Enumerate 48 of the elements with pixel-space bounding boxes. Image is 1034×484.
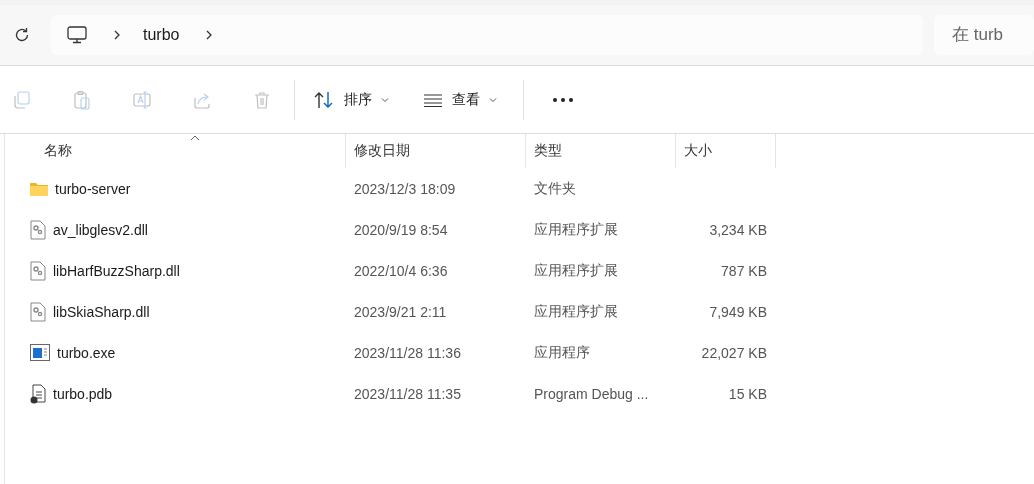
file-type: 应用程序扩展 <box>534 302 618 321</box>
file-size: 787 KB <box>721 262 767 279</box>
sort-caret-icon <box>190 135 200 141</box>
column-header[interactable]: 名称 <box>5 134 346 168</box>
gear-file-icon <box>30 219 46 240</box>
computer-icon[interactable] <box>67 26 87 44</box>
file-name[interactable]: turbo.exe <box>57 344 116 361</box>
file-size: 7,949 KB <box>709 303 767 320</box>
file-type: 应用程序 <box>534 343 590 362</box>
column-header[interactable]: 类型 <box>526 134 676 168</box>
view-button[interactable]: 查看 <box>415 84 505 115</box>
chevron-right-icon[interactable] <box>205 29 214 41</box>
date-modified: 2023/9/21 2:11 <box>354 303 447 320</box>
date-modified: 2020/9/19 8:54 <box>354 221 448 238</box>
file-type: 应用程序扩展 <box>534 220 618 239</box>
file-name[interactable]: turbo-server <box>55 180 131 197</box>
file-name[interactable]: libSkiaSharp.dll <box>53 303 150 320</box>
address-bar[interactable]: turbo <box>51 15 923 55</box>
file-type: Program Debug ... <box>534 385 649 402</box>
file-name[interactable]: turbo.pdb <box>53 385 113 402</box>
more-icon[interactable] <box>552 96 574 103</box>
window-icon <box>30 343 50 362</box>
caret-icon <box>489 96 497 103</box>
date-modified: 2023/11/28 11:36 <box>354 344 461 361</box>
gear-file-icon <box>30 301 46 322</box>
folder-icon <box>30 180 48 197</box>
file-size: 15 KB <box>728 385 767 402</box>
breadcrumb-item[interactable]: turbo <box>143 26 180 44</box>
sort-arrows-icon <box>313 90 335 109</box>
sort-button[interactable]: 排序 <box>305 84 397 115</box>
search-field[interactable]: 在 turb <box>934 15 1034 55</box>
file-type: 文件夹 <box>534 179 576 198</box>
list-icon <box>423 92 443 107</box>
date-modified: 2023/11/28 11:35 <box>354 385 461 402</box>
column-header[interactable]: 修改日期 <box>346 134 526 168</box>
chevron-right-icon[interactable] <box>113 29 121 41</box>
file-name[interactable]: av_libglesv2.dll <box>53 221 148 238</box>
refresh-icon[interactable] <box>13 26 31 44</box>
gear-file-icon <box>30 260 46 281</box>
file-name[interactable]: libHarfBuzzSharp.dll <box>53 262 180 279</box>
caret-icon <box>381 96 389 103</box>
file-size: 3,234 KB <box>709 221 767 238</box>
document-icon <box>30 383 46 404</box>
file-size: 22,027 KB <box>701 344 767 361</box>
date-modified: 2023/12/3 18:09 <box>354 180 456 197</box>
file-type: 应用程序扩展 <box>534 261 618 280</box>
column-header[interactable]: 大小 <box>676 134 776 168</box>
date-modified: 2022/10/4 6:36 <box>354 262 448 279</box>
